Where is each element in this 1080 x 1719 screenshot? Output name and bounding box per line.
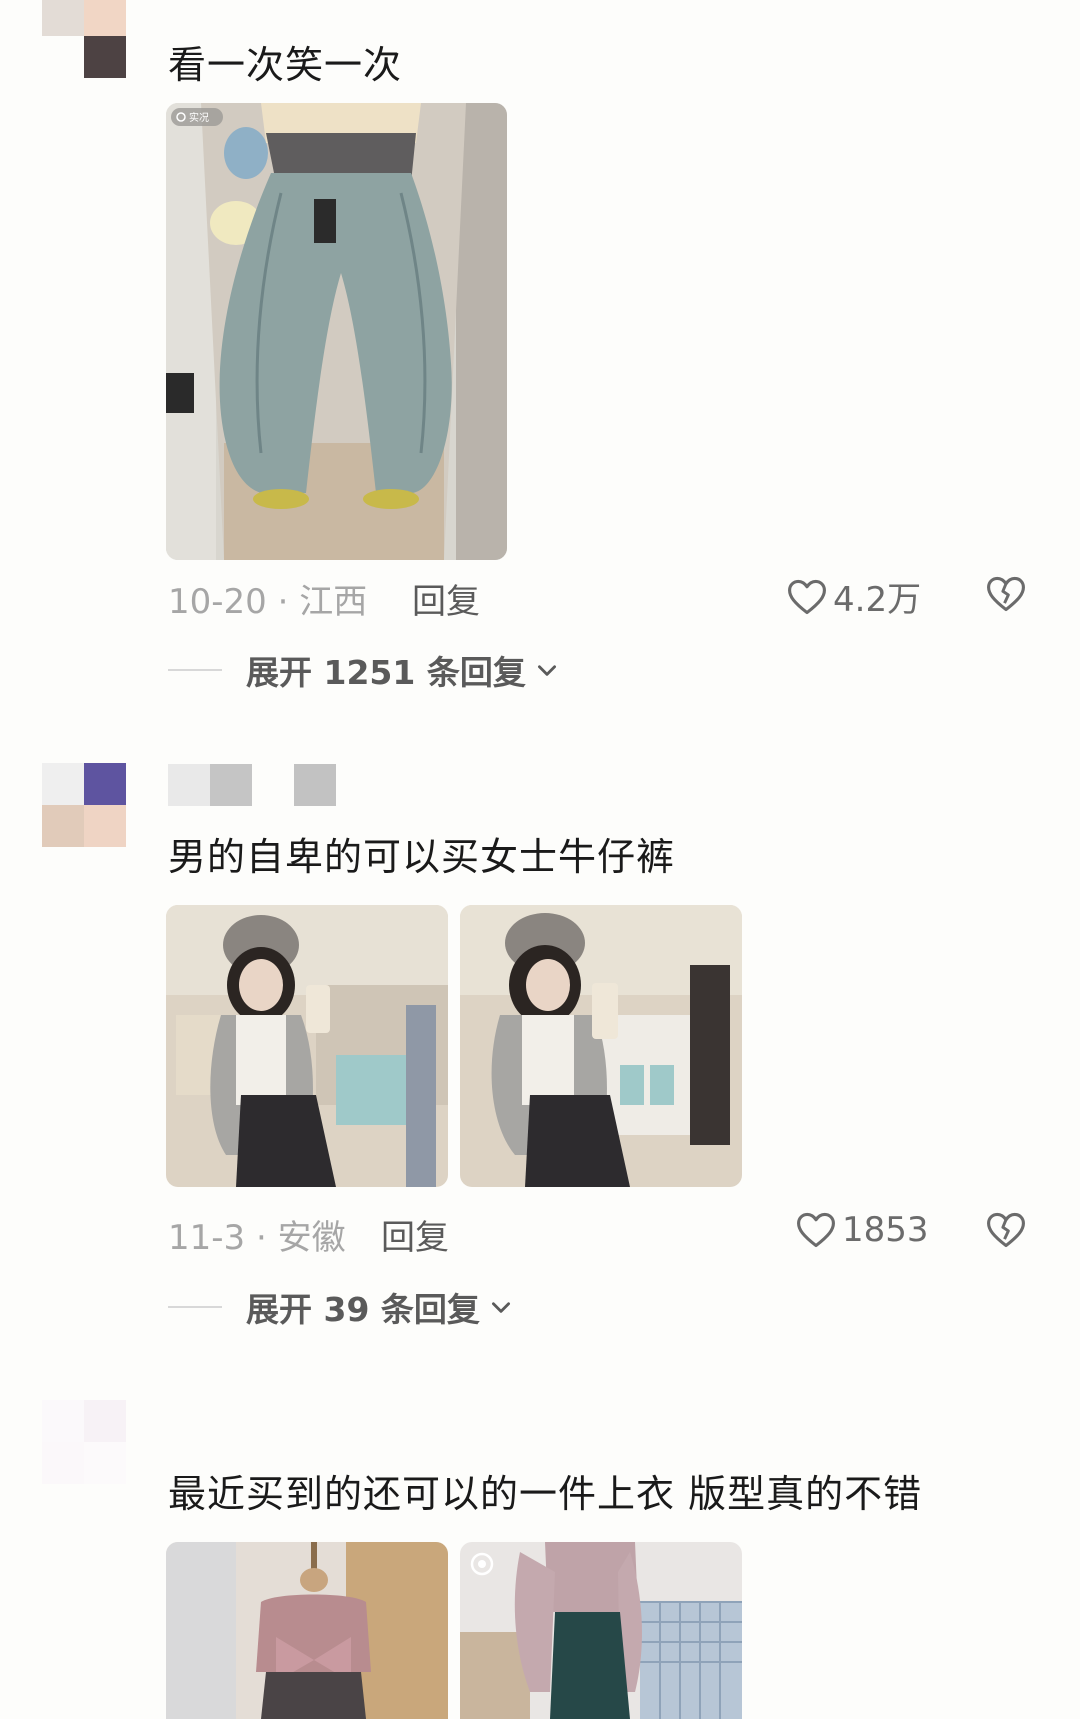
like-count: 4.2万 [833,580,922,620]
like-button[interactable]: 1853 [794,1208,929,1252]
comment-photo[interactable] [460,905,742,1187]
comment-meta-row: 11-3 · 安徽 回复 1853 [168,1210,1028,1260]
chevron-down-icon [537,665,556,676]
username[interactable] [168,764,336,806]
like-count: 1853 [842,1210,929,1250]
dislike-button[interactable] [984,572,1028,625]
heart-outline-icon [788,579,826,614]
reply-button[interactable]: 回复 [412,574,480,623]
like-button[interactable]: 4.2万 [785,572,921,621]
comment-meta-row: 10-20 · 江西 回复 4.2万 [168,574,1028,624]
expand-replies-label: 展开 39 条回复 [246,1290,480,1329]
expand-replies-label: 展开 1251 条回复 [246,653,526,692]
chevron-down-icon [491,1302,510,1313]
avatar[interactable] [42,1400,126,1484]
avatar[interactable] [42,763,126,847]
broken-heart-icon [987,576,1025,612]
comment-text: 男的自卑的可以买女士牛仔裤 [168,835,676,879]
comment-date-location: 10-20 · 江西 [168,582,368,622]
comment-photo[interactable]: 实况 [166,103,507,560]
live-photo-badge: 实况 [189,111,209,124]
comment-photo[interactable] [460,1542,742,1719]
comment-photo[interactable] [166,905,448,1187]
dislike-button[interactable] [984,1208,1028,1261]
expand-replies[interactable]: 展开 1251 条回复 [168,648,560,692]
expand-divider [168,1306,222,1308]
comment-text: 看一次笑一次 [168,43,403,87]
comment-date-location: 11-3 · 安徽 [168,1218,346,1258]
reply-button[interactable]: 回复 [381,1210,449,1259]
comment-text: 最近买到的还可以的一件上衣 版型真的不错 [168,1472,923,1516]
expand-divider [168,669,222,671]
heart-outline-icon [797,1212,835,1248]
comment-photo[interactable] [166,1542,448,1719]
avatar[interactable] [42,0,126,78]
broken-heart-icon [987,1212,1025,1248]
expand-replies[interactable]: 展开 39 条回复 [168,1285,514,1329]
